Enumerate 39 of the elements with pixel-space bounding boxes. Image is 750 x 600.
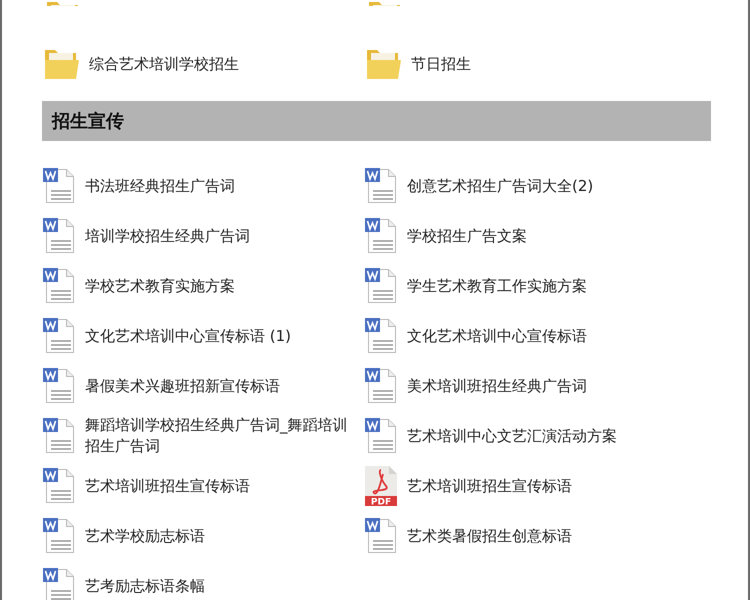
folder-name[interactable]: 节日招生: [411, 54, 676, 74]
file-name[interactable]: 艺术学校励志标语: [85, 526, 350, 546]
folder-icon: [366, 48, 402, 80]
file-name[interactable]: 艺术类暑假招生创意标语: [407, 526, 672, 546]
word-document-icon: [364, 417, 398, 455]
word-document-icon: [42, 167, 76, 205]
section-title: 招生宣传: [52, 110, 124, 133]
word-document-icon: [42, 317, 76, 355]
word-document-icon: [364, 317, 398, 355]
file-name[interactable]: 艺术培训中心文艺汇演活动方案: [407, 426, 672, 446]
folder-icon: [44, 48, 80, 80]
file-name[interactable]: 舞蹈培训学校招生经典广告词_舞蹈培训招生广告词: [85, 415, 350, 457]
word-document-icon: [42, 217, 76, 255]
word-document-icon: [42, 267, 76, 305]
file-name[interactable]: 美术培训班招生经典广告词: [407, 376, 672, 396]
file-name[interactable]: 学校招生广告文案: [407, 226, 672, 246]
word-document-icon: [364, 267, 398, 305]
file-name[interactable]: 学生艺术教育工作实施方案: [407, 276, 672, 296]
folder-name[interactable]: 综合艺术培训学校招生: [89, 54, 354, 74]
word-document-icon: [364, 517, 398, 555]
file-name[interactable]: 创意艺术招生广告词大全(2): [407, 176, 672, 196]
word-document-icon: [42, 417, 76, 455]
file-name[interactable]: 暑假美术兴趣班招新宣传标语: [85, 376, 350, 396]
file-name[interactable]: 培训学校招生经典广告词: [85, 226, 350, 246]
word-document-icon: [364, 167, 398, 205]
word-document-icon: [42, 367, 76, 405]
word-document-icon: [364, 217, 398, 255]
file-name[interactable]: 艺术培训班招生宣传标语: [407, 476, 672, 496]
file-name[interactable]: 文化艺术培训中心宣传标语: [407, 326, 672, 346]
word-document-icon: [42, 517, 76, 555]
file-name[interactable]: 艺术培训班招生宣传标语: [85, 476, 350, 496]
word-document-icon: [364, 367, 398, 405]
file-name[interactable]: 书法班经典招生广告词: [85, 176, 350, 196]
file-name[interactable]: 艺考励志标语条幅: [85, 576, 350, 596]
file-name[interactable]: 文化艺术培训中心宣传标语 (1): [85, 326, 350, 346]
word-document-icon: [42, 567, 76, 600]
file-name[interactable]: 学校艺术教育实施方案: [85, 276, 350, 296]
pdf-file-icon: PDF: [364, 465, 398, 507]
word-document-icon: [42, 467, 76, 505]
